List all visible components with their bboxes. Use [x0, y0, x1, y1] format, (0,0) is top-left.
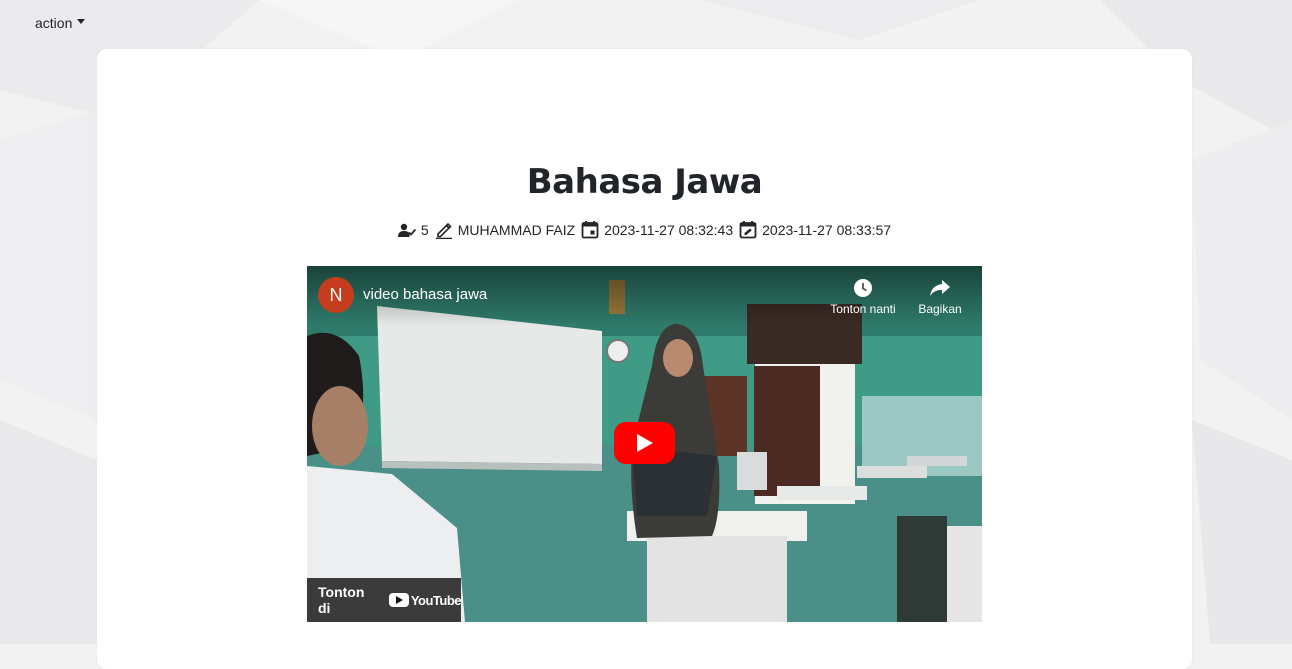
share-label: Bagikan	[918, 302, 962, 316]
play-button[interactable]	[614, 422, 675, 464]
user-check-icon	[397, 223, 416, 237]
youtube-logo: YouTube	[388, 592, 462, 608]
watch-on-youtube-button[interactable]: Tonton di YouTube	[307, 578, 462, 622]
action-dropdown-label: action	[35, 15, 73, 31]
channel-avatar[interactable]: N	[318, 277, 354, 313]
pencil-icon	[435, 222, 452, 239]
created-date: 2023-11-27 08:32:43	[581, 220, 733, 239]
reader-count-value: 5	[420, 221, 429, 238]
updated-date: 2023-11-27 08:33:57	[739, 220, 891, 239]
author: MUHAMMAD FAIZ	[435, 221, 575, 239]
article-meta: 5 MUHAMMAD FAIZ 2023-11-27 08:32:43 2023…	[97, 220, 1192, 239]
watch-later-label: Tonton nanti	[830, 302, 896, 316]
calendar-icon	[581, 221, 599, 239]
updated-date-value: 2023-11-27 08:33:57	[762, 221, 892, 238]
created-date-value: 2023-11-27 08:32:43	[604, 221, 734, 238]
calendar-edit-icon	[739, 221, 757, 239]
watch-on-label: Tonton di	[318, 584, 365, 616]
youtube-wordmark: YouTube	[410, 592, 462, 608]
share-arrow-icon	[930, 280, 950, 296]
share-button[interactable]: Bagikan	[900, 278, 980, 316]
watch-later-button[interactable]: Tonton nanti	[823, 278, 903, 316]
topbar: action	[35, 15, 86, 33]
reader-count: 5	[397, 221, 429, 238]
clock-icon	[854, 279, 872, 297]
action-dropdown[interactable]: action	[35, 15, 86, 31]
author-name: MUHAMMAD FAIZ	[457, 221, 576, 238]
youtube-play-icon	[388, 593, 409, 607]
video-title[interactable]: video bahasa jawa	[363, 286, 487, 303]
play-icon	[636, 434, 653, 452]
caret-down-icon	[77, 18, 86, 24]
article-title: Bahasa Jawa	[526, 162, 763, 202]
youtube-embed[interactable]: N video bahasa jawa Tonton nanti Bagikan…	[307, 266, 982, 622]
